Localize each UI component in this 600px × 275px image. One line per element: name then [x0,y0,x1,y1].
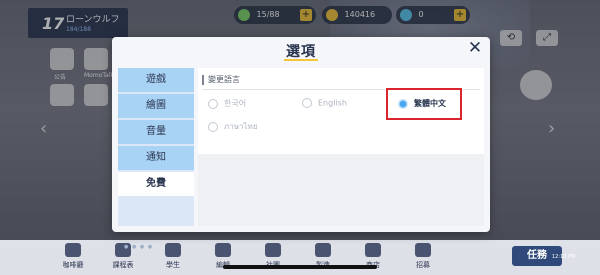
language-label: English [318,98,347,108]
nav-cafe[interactable]: 咖啡廳 [52,240,94,275]
section-label: 變更語言 [202,74,240,85]
tab-game[interactable]: 遊戲 [118,68,194,92]
tab-notifications[interactable]: 通知 [118,146,194,170]
language-section-label: 變更語言 [208,75,240,84]
options-dialog: 選項 ✕ 遊戲 繪圖 音量 通知 免費 ● ● ● ● 變更語言 한국어 Eng… [112,37,490,250]
nav-recruit[interactable]: 招募 [402,240,444,275]
dialog-title: 選項 [286,44,316,60]
formation-icon [215,243,231,257]
tab-free[interactable]: 免費 [118,172,194,196]
options-sidebar: 遊戲 繪圖 音量 通知 免費 ● ● ● ● [118,68,194,250]
students-icon [165,243,181,257]
crafting-icon [315,243,331,257]
nav-cafe-label: 咖啡廳 [62,261,84,269]
content-empty-area [198,154,484,226]
recruit-icon [415,243,431,257]
language-option-korean[interactable]: 한국어 [208,98,246,109]
nav-students[interactable]: 學生 [152,240,194,275]
nav-schedule-label: 課程表 [112,261,134,269]
radio-icon [208,121,218,132]
language-label: ภาษาไทย [224,122,258,131]
language-option-english[interactable]: English [302,98,347,108]
title-underline [284,59,318,61]
nav-club[interactable]: 社團 [252,240,294,275]
home-indicator[interactable] [223,265,377,269]
clock: 12:13 PM [552,254,576,260]
nav-students-label: 學生 [166,261,180,269]
language-label: 한국어 [224,99,247,108]
club-icon [265,243,281,257]
shop-icon [365,243,381,257]
radio-icon [208,98,218,109]
nav-crafting[interactable]: 製造 [302,240,344,275]
sidebar-dots-decoration: ● ● ● ● [124,244,154,250]
tab-graphics[interactable]: 繪圖 [118,94,194,118]
nav-formation[interactable]: 編輯 [202,240,244,275]
close-icon[interactable]: ✕ [466,39,484,57]
language-option-thai[interactable]: ภาษาไทย [208,120,258,133]
nav-recruit-label: 招募 [416,261,430,269]
nav-shop[interactable]: 商店 [352,240,394,275]
dialog-header: 選項 ✕ [112,37,490,62]
cafe-icon [65,243,81,257]
selection-highlight-box [386,88,462,120]
radio-icon [302,98,312,108]
tab-volume[interactable]: 音量 [118,120,194,144]
